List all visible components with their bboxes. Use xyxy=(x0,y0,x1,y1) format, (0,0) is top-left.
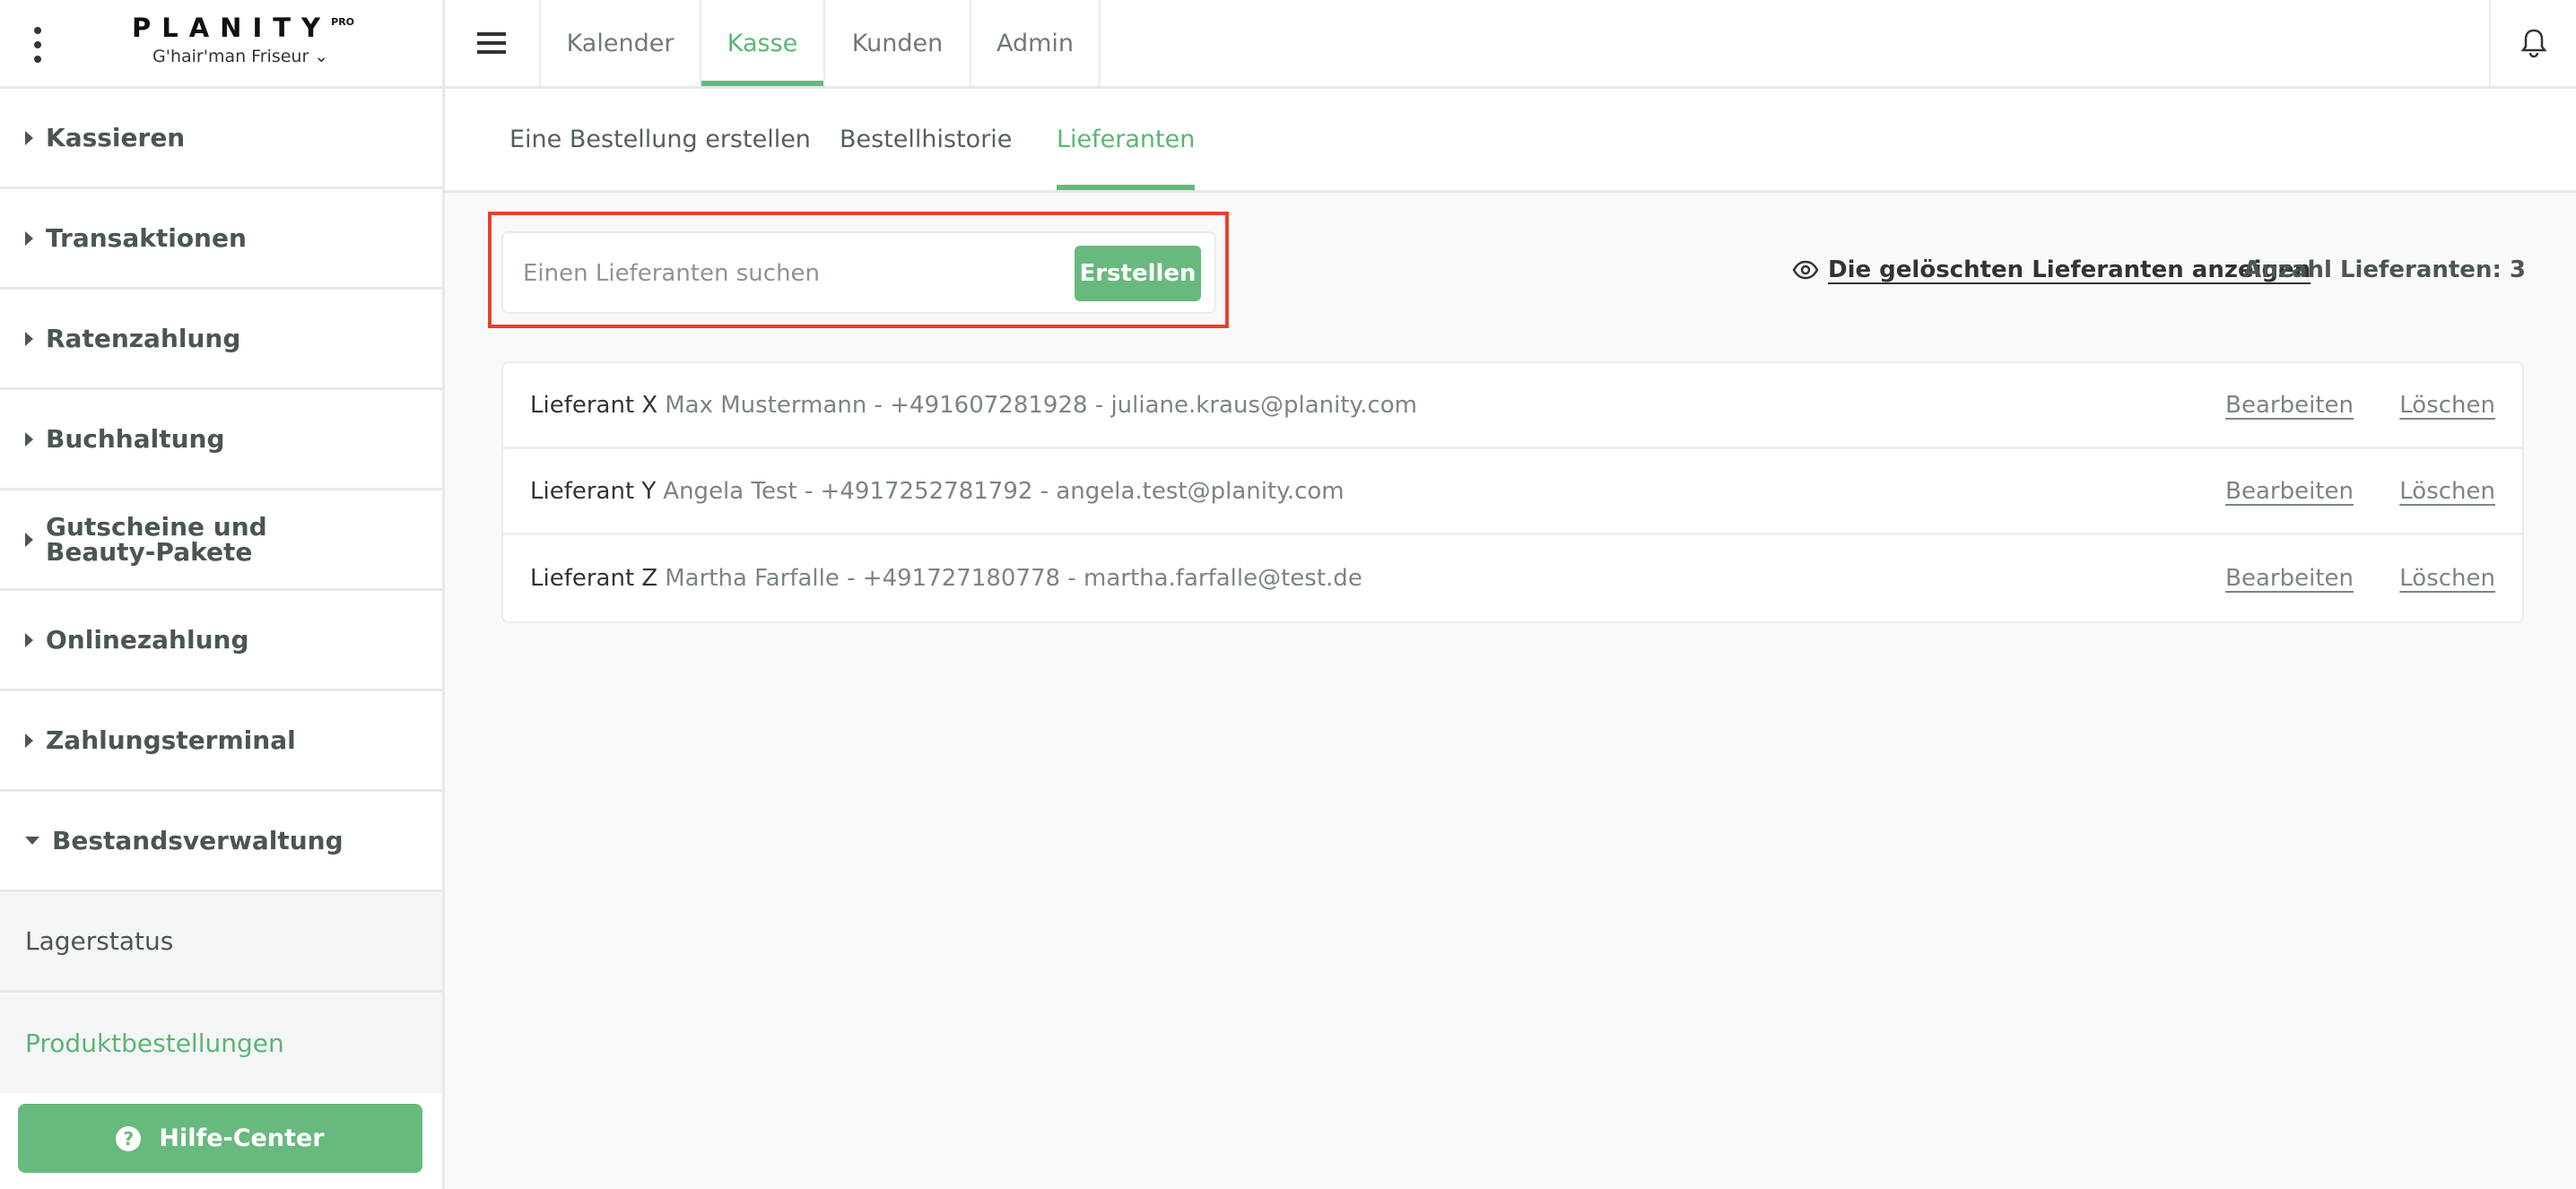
caret-right-icon xyxy=(25,532,33,547)
tab-admin[interactable]: Admin xyxy=(970,0,1101,86)
supplier-search-input[interactable] xyxy=(523,251,1043,296)
planity-logo: PLANITY PRO xyxy=(132,13,355,43)
supplier-name: Lieferant Z xyxy=(530,565,658,592)
top-navigation: Kalender Kasse Kunden Admin xyxy=(445,0,2576,89)
subtab-suppliers[interactable]: Lieferanten xyxy=(1057,89,1196,190)
caret-right-icon xyxy=(25,331,33,346)
delete-link[interactable]: Löschen xyxy=(2399,392,2495,419)
sidebar-item-onlinezahlung[interactable]: Onlinezahlung xyxy=(0,591,442,691)
edit-link[interactable]: Bearbeiten xyxy=(2225,392,2354,419)
delete-link[interactable]: Löschen xyxy=(2399,565,2495,592)
supplier-info: Angela Test - +4917252781792 - angela.te… xyxy=(663,477,1345,505)
sidebar-subitem-lagerstatus[interactable]: Lagerstatus xyxy=(0,892,442,993)
supplier-name: Lieferant Y xyxy=(530,477,657,505)
sidebar-item-gutscheine[interactable]: Gutscheine und Beauty-Pakete xyxy=(0,490,442,591)
question-icon: ? xyxy=(116,1125,142,1151)
supplier-row: Lieferant Z Martha Farfalle - +491727180… xyxy=(503,535,2522,621)
hamburger-menu-icon[interactable] xyxy=(477,32,506,54)
supplier-count: Anzahl Lieferanten: 3 xyxy=(2243,256,2526,283)
caret-right-icon xyxy=(25,230,33,246)
show-deleted-suppliers-link[interactable]: Die gelöschten Lieferanten anzeigen xyxy=(1792,256,2311,283)
caret-right-icon xyxy=(25,431,33,447)
sidebar: PLANITY PRO G'hair'man Friseur ⌄ Kassiere… xyxy=(0,0,445,1189)
sidebar-item-bestandsverwaltung[interactable]: Bestandsverwaltung xyxy=(0,792,442,892)
edit-link[interactable]: Bearbeiten xyxy=(2225,565,2354,592)
sidebar-item-zahlungsterminal[interactable]: Zahlungsterminal xyxy=(0,691,442,792)
sidebar-item-kassieren[interactable]: Kassieren xyxy=(0,89,442,189)
sidebar-item-ratenzahlung[interactable]: Ratenzahlung xyxy=(0,290,442,390)
sidebar-subitem-produktbestellungen[interactable]: Produktbestellungen xyxy=(0,993,442,1093)
supplier-list: Lieferant X Max Mustermann - +4916072819… xyxy=(501,361,2524,623)
tab-kasse[interactable]: Kasse xyxy=(700,0,823,86)
caret-right-icon xyxy=(25,733,33,748)
supplier-row: Lieferant Y Angela Test - +4917252781792… xyxy=(503,449,2522,535)
caret-right-icon xyxy=(25,130,33,145)
brand-header: PLANITY PRO G'hair'man Friseur ⌄ xyxy=(0,0,442,89)
caret-down-icon xyxy=(25,837,39,845)
subtab-order-history[interactable]: Bestellhistorie xyxy=(840,89,1012,190)
subtab-create-order[interactable]: Eine Bestellung erstellen xyxy=(509,89,811,190)
sidebar-item-transaktionen[interactable]: Transaktionen xyxy=(0,189,442,290)
delete-link[interactable]: Löschen xyxy=(2399,478,2495,505)
supplier-info: Max Mustermann - +491607281928 - juliane… xyxy=(665,391,1418,419)
supplier-search-box: Erstellen xyxy=(501,231,1216,314)
supplier-info: Martha Farfalle - +491727180778 - martha… xyxy=(665,565,1362,592)
tab-kunden[interactable]: Kunden xyxy=(823,0,970,86)
eye-icon xyxy=(1792,260,1819,280)
edit-link[interactable]: Bearbeiten xyxy=(2225,478,2354,505)
salon-selector[interactable]: G'hair'man Friseur ⌄ xyxy=(152,47,328,66)
caret-right-icon xyxy=(25,632,33,647)
notifications-bell-icon[interactable] xyxy=(2489,0,2576,86)
sub-tabs: Eine Bestellung erstellen Bestellhistori… xyxy=(445,89,2576,193)
more-menu-icon[interactable] xyxy=(30,27,45,63)
create-supplier-button[interactable]: Erstellen xyxy=(1075,246,1201,301)
sidebar-item-buchhaltung[interactable]: Buchhaltung xyxy=(0,390,442,490)
help-center-button[interactable]: ? Hilfe-Center xyxy=(18,1104,422,1173)
tab-kalender[interactable]: Kalender xyxy=(539,0,700,86)
supplier-name: Lieferant X xyxy=(530,391,658,419)
supplier-row: Lieferant X Max Mustermann - +4916072819… xyxy=(503,363,2522,449)
